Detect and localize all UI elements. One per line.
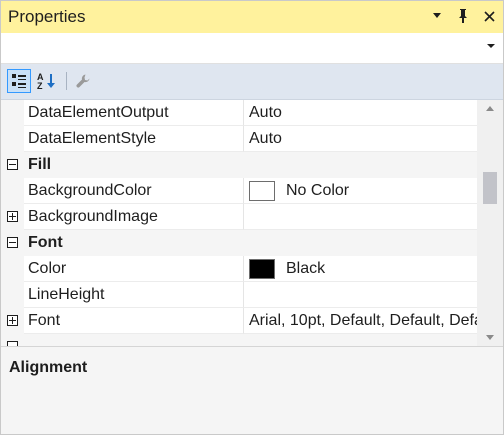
property-row[interactable]: BackgroundImage (1, 204, 477, 230)
row-gutter (1, 282, 24, 308)
dropdown-caret-icon[interactable] (487, 44, 495, 48)
row-gutter (1, 100, 24, 126)
property-name: DataElementStyle (24, 126, 244, 152)
row-gutter (1, 256, 24, 282)
property-value[interactable]: Black (244, 256, 477, 282)
title-controls (429, 7, 497, 25)
category-name: Fill (24, 152, 477, 178)
property-name: BackgroundImage (24, 204, 244, 230)
properties-toolbar: A Z (1, 64, 503, 100)
property-row[interactable]: DataElementOutput Auto (1, 100, 477, 126)
row-gutter (1, 230, 24, 256)
property-value[interactable]: No Color (244, 178, 477, 204)
property-name: Font (24, 308, 244, 334)
color-swatch (249, 258, 275, 279)
property-row[interactable]: LineHeight (1, 282, 477, 308)
property-value[interactable] (244, 204, 477, 230)
collapse-icon[interactable] (7, 159, 18, 170)
property-value-text: No Color (286, 181, 350, 199)
property-value[interactable]: Auto (244, 100, 477, 126)
property-row[interactable]: Color Black (1, 256, 477, 282)
row-gutter (1, 178, 24, 204)
toolbar-separator (66, 72, 67, 90)
row-gutter (1, 204, 24, 230)
property-name: DataElementOutput (24, 100, 244, 126)
categorized-icon[interactable] (7, 69, 31, 93)
property-value[interactable]: Arial, 10pt, Default, Default, Default (244, 308, 477, 334)
category-name: Font (24, 230, 477, 256)
property-value-text: Arial, 10pt, Default, Default, Default (249, 311, 477, 329)
svg-text:Z: Z (37, 81, 43, 90)
property-value-text: Black (286, 259, 326, 277)
row-gutter (1, 334, 24, 346)
category-row-font[interactable]: Font (1, 230, 477, 256)
expand-icon[interactable] (7, 315, 18, 326)
property-row[interactable]: DataElementStyle Auto (1, 126, 477, 152)
category-name-partial (24, 334, 477, 346)
vertical-scrollbar[interactable] (477, 100, 503, 346)
color-swatch (249, 180, 275, 201)
sort-alphabetical-icon[interactable]: A Z (35, 69, 59, 93)
wrench-icon[interactable] (71, 69, 95, 93)
title-bar: Properties (1, 1, 503, 33)
property-row[interactable]: Font Arial, 10pt, Default, Default, Defa… (1, 308, 477, 334)
property-value[interactable] (244, 282, 477, 308)
property-name: Color (24, 256, 244, 282)
category-row-fill[interactable]: Fill (1, 152, 477, 178)
scroll-up-icon[interactable] (486, 106, 494, 111)
row-gutter (1, 152, 24, 178)
close-icon[interactable] (481, 7, 497, 25)
row-gutter (1, 126, 24, 152)
properties-window: Properties A Z DataElementOutput Auto Da… (0, 0, 504, 435)
property-row[interactable]: BackgroundColor No Color (1, 178, 477, 204)
description-title: Alignment (9, 359, 88, 376)
pin-icon[interactable] (455, 7, 471, 25)
property-value-text: Auto (249, 103, 282, 121)
description-pane: Alignment (1, 346, 503, 434)
window-title: Properties (8, 7, 86, 26)
chevron-down-icon[interactable] (429, 7, 445, 25)
property-name: BackgroundColor (24, 178, 244, 204)
property-grid: DataElementOutput Auto DataElementStyle … (1, 100, 477, 346)
expand-icon[interactable] (7, 211, 18, 222)
row-gutter (1, 308, 24, 334)
property-value-text: Auto (249, 129, 282, 147)
scroll-thumb[interactable] (483, 172, 497, 204)
scroll-down-icon[interactable] (486, 335, 494, 340)
collapse-icon[interactable] (7, 237, 18, 248)
object-selector-dropdown[interactable] (1, 33, 503, 64)
category-row-partial[interactable] (1, 334, 477, 346)
property-value[interactable]: Auto (244, 126, 477, 152)
property-name: LineHeight (24, 282, 244, 308)
